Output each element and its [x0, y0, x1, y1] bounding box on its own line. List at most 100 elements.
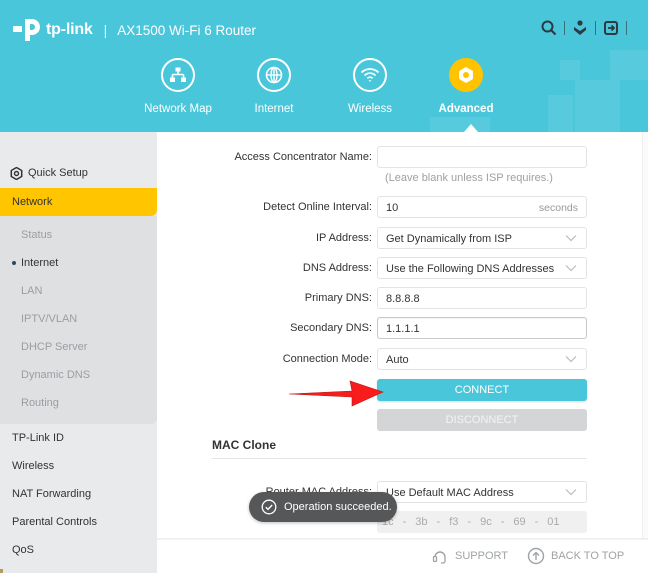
header-decoration: [575, 80, 620, 132]
sidebar-item-label: Quick Setup: [28, 167, 88, 179]
mac-octet: 9c: [480, 516, 492, 528]
sidebar-item-label: Network: [12, 196, 53, 208]
field-value: 8.8.8.8: [386, 293, 420, 305]
connection-mode-row: Connection Mode: Auto: [157, 348, 642, 370]
scrollbar-track[interactable]: [642, 132, 648, 573]
sidebar-subitem-dynamic-dns[interactable]: Dynamic DNS: [0, 365, 157, 385]
primary-dns-input[interactable]: 8.8.8.8: [377, 287, 587, 309]
quick-setup-gear-icon: [10, 166, 23, 180]
field-label: DNS Address:: [302, 262, 372, 274]
header-decoration: [430, 117, 490, 132]
sidebar-item-tp-link-id[interactable]: TP-Link ID: [0, 428, 157, 448]
nav-label: Network Map: [144, 103, 212, 115]
nav-network-map[interactable]: Network Map: [130, 58, 226, 115]
sidebar-subitem-lan[interactable]: LAN: [0, 281, 157, 301]
headset-icon: [432, 551, 446, 564]
sidebar-item-label: Dynamic DNS: [21, 369, 91, 381]
nav-internet[interactable]: Internet: [226, 58, 322, 115]
network-submenu: Status Internet LAN IPTV/VLAN DHCP Serve…: [0, 216, 157, 424]
brand-logo: tp-link | AX1500 Wi-Fi 6 Router: [12, 17, 256, 43]
detect-interval-row: Detect Online Interval: 10 seconds: [157, 196, 642, 218]
nav-wireless[interactable]: Wireless: [322, 58, 418, 115]
nav-advanced[interactable]: Advanced: [418, 58, 514, 115]
mac-separator: -: [467, 516, 472, 528]
sidebar-subitem-internet[interactable]: Internet: [0, 253, 157, 273]
main-nav: Network Map Internet Wireless Advanced: [130, 58, 514, 115]
logout-icon[interactable]: [601, 18, 621, 38]
header-decoration: [548, 95, 573, 132]
header-decoration: [610, 50, 648, 80]
sidebar-item-label: NAT Forwarding: [12, 488, 92, 500]
support-link[interactable]: SUPPORT: [431, 547, 508, 565]
globe-icon: [257, 58, 291, 92]
router-admin-page: tp-link | AX1500 Wi-Fi 6 Router Network …: [0, 0, 648, 573]
sidebar-subitem-iptv-vlan[interactable]: IPTV/VLAN: [0, 309, 157, 329]
header-divider: [626, 21, 627, 35]
footer-link-label: SUPPORT: [455, 550, 508, 562]
header-bar: tp-link | AX1500 Wi-Fi 6 Router Network …: [0, 0, 648, 132]
toast-message: Operation succeeded.: [284, 501, 392, 513]
section-divider: [212, 458, 587, 459]
mac-octet: f3: [449, 516, 459, 528]
ip-address-row: IP Address: Get Dynamically from ISP: [157, 227, 642, 249]
field-label: Detect Online Interval:: [263, 201, 372, 213]
header-divider: [595, 21, 596, 35]
sidebar-item-label: Status: [21, 229, 53, 241]
sidebar-item-nat-forwarding[interactable]: NAT Forwarding: [0, 484, 157, 504]
field-label: Secondary DNS:: [290, 322, 372, 334]
sidebar-item-label: TP-Link ID: [12, 432, 64, 444]
nav-label: Internet: [254, 103, 294, 115]
download-app-icon[interactable]: [570, 18, 590, 38]
chevron-down-icon: [565, 489, 577, 496]
tp-link-logo-icon: [12, 17, 42, 43]
header-decoration: [560, 60, 580, 80]
sidebar-item-label: Wireless: [12, 460, 55, 472]
secondary-dns-row: Secondary DNS: 1.1.1.1: [157, 317, 642, 339]
field-label: Primary DNS:: [304, 292, 372, 304]
sidebar-subitem-routing[interactable]: Routing: [0, 393, 157, 413]
field-suffix: seconds: [538, 202, 578, 214]
arrow-up-circle-icon: [527, 547, 545, 565]
sidebar-subitem-status[interactable]: Status: [0, 225, 157, 245]
ip-address-select[interactable]: Get Dynamically from ISP: [377, 227, 587, 249]
sidebar-item-quick-setup[interactable]: Quick Setup: [0, 163, 157, 183]
search-icon[interactable]: [539, 18, 559, 38]
internet-settings-form: Access Concentrator Name: (Leave blank u…: [157, 132, 642, 540]
mac-separator: -: [500, 516, 505, 528]
nav-label: Wireless: [347, 103, 393, 115]
mac-clone-heading: MAC Clone: [212, 438, 276, 452]
mac-octet: 01: [547, 516, 560, 528]
footer-link-label: BACK TO TOP: [551, 550, 625, 562]
field-value: 10: [386, 202, 399, 214]
field-value: Use the Following DNS Addresses: [386, 263, 555, 275]
mac-separator: -: [436, 516, 441, 528]
field-value: Use Default MAC Address: [386, 487, 514, 499]
disconnect-button[interactable]: DISCONNECT: [377, 409, 587, 431]
router-mac-select[interactable]: Use Default MAC Address: [377, 481, 587, 503]
connect-button[interactable]: CONNECT: [377, 379, 587, 401]
field-label: IP Address:: [315, 232, 372, 244]
check-circle-icon: [261, 499, 277, 515]
sidebar-item-label: IPTV/VLAN: [21, 313, 78, 325]
chevron-down-icon: [565, 265, 577, 272]
secondary-dns-input[interactable]: 1.1.1.1: [377, 317, 587, 339]
sidebar-item-parental-controls[interactable]: Parental Controls: [0, 512, 157, 532]
access-concentrator-input[interactable]: [377, 146, 587, 168]
sidebar-item-wireless[interactable]: Wireless: [0, 456, 157, 476]
detect-interval-input[interactable]: 10 seconds: [377, 196, 587, 218]
network-map-icon: [161, 58, 195, 92]
router-mac-row: Router MAC Address: Use Default MAC Addr…: [157, 481, 642, 503]
sidebar-item-qos[interactable]: QoS: [0, 540, 157, 560]
back-to-top-link[interactable]: BACK TO TOP: [527, 547, 624, 565]
field-label: Connection Mode:: [282, 353, 372, 365]
dns-address-select[interactable]: Use the Following DNS Addresses: [377, 257, 587, 279]
sidebar: Quick Setup Network Status Internet LAN …: [0, 132, 157, 573]
sidebar-item-label: Parental Controls: [12, 516, 97, 528]
connection-mode-select[interactable]: Auto: [377, 348, 587, 370]
brand-name: tp-link: [46, 21, 93, 38]
sidebar-item-label: Routing: [21, 397, 59, 409]
wifi-icon: [353, 58, 387, 92]
sidebar-item-network[interactable]: Network: [0, 188, 157, 216]
field-label: Access Concentrator Name:: [234, 151, 372, 163]
sidebar-subitem-dhcp-server[interactable]: DHCP Server: [0, 337, 157, 357]
